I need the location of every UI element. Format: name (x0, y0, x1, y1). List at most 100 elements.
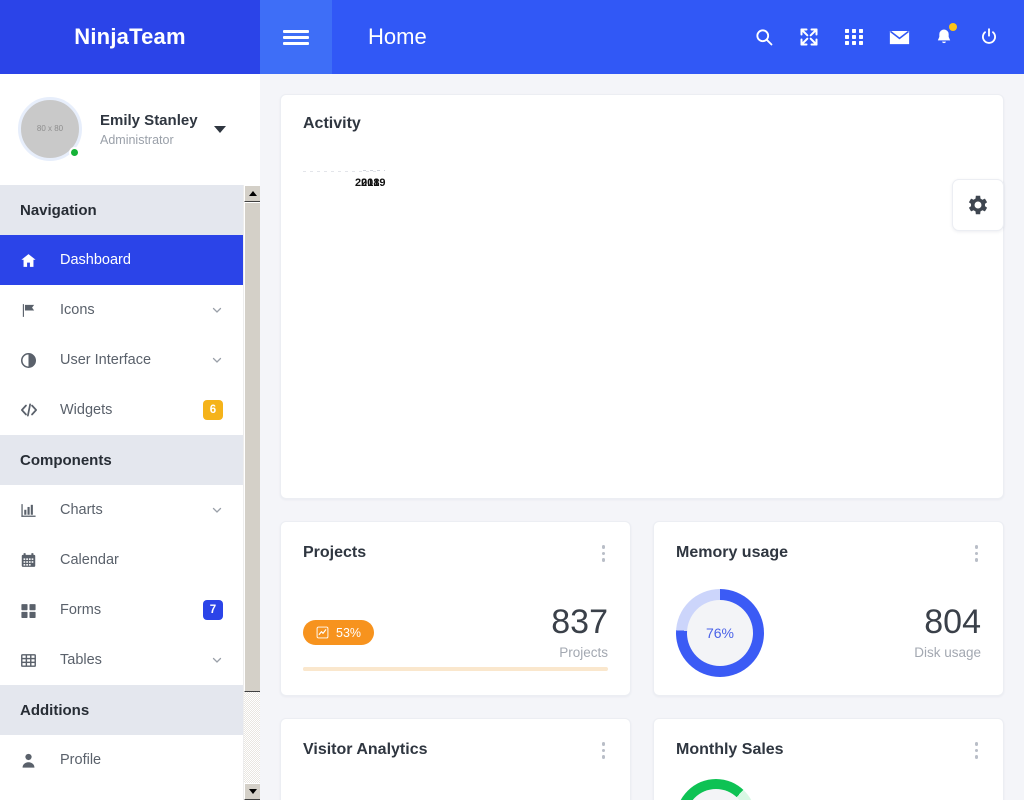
projects-stat: 837 Projects (551, 605, 608, 660)
sidebar-item-label: Charts (60, 502, 103, 518)
visitor-card-header: Visitor Analytics (281, 719, 630, 762)
bar-chart-icon (20, 502, 42, 519)
scrollbar-thumb[interactable] (244, 202, 260, 692)
forms-grid-icon (20, 602, 42, 619)
profile-dropdown-caret-icon[interactable] (214, 126, 226, 133)
page-title: Home (368, 24, 427, 49)
disk-usage-label: Disk usage (914, 645, 981, 660)
memory-card-header: Memory usage (654, 522, 1003, 565)
bell-icon[interactable] (927, 20, 961, 54)
sidebar-item-forms[interactable]: Forms 7 (0, 585, 243, 635)
activity-card-title: Activity (303, 115, 361, 132)
memory-card-body: 76% 804 Disk usage (654, 565, 1003, 677)
profile-role: Administrator (100, 133, 174, 148)
power-icon[interactable] (972, 20, 1006, 54)
sidebar-section-heading-navigation: Navigation (0, 185, 243, 235)
memory-stat: 804 Disk usage (914, 605, 981, 660)
activity-card: Activity 2018 2019 (280, 94, 1004, 499)
sidebar-item-label: Tables (60, 652, 102, 668)
sidebar-item-label: Profile (60, 752, 102, 768)
projects-card-body: 53% 837 Projects (281, 565, 630, 675)
activity-card-header: Activity (281, 95, 1003, 133)
sidebar-section-heading-components: Components (0, 435, 243, 485)
sidebar-item-charts[interactable]: Charts (0, 485, 243, 535)
notification-badge-dot (949, 23, 957, 31)
fullscreen-icon[interactable] (792, 20, 826, 54)
dashboard-app: NinjaTeam Home 80 x 80 Emily Stanley Adm… (0, 0, 1024, 800)
disk-usage-value: 804 (924, 603, 981, 641)
sidebar-item-label: Calendar (60, 552, 119, 568)
memory-usage-card: Memory usage 76% 804 Disk usage (653, 521, 1004, 696)
memory-donut-percent: 76% (705, 624, 735, 641)
contrast-circle-icon (20, 352, 42, 369)
projects-growth-value: 53% (336, 625, 362, 640)
user-icon (20, 752, 42, 769)
table-icon (20, 652, 42, 669)
bottom-card-row: Visitor Analytics Monthly Sales (280, 718, 1004, 800)
projects-card: Projects 53% 837 Projects (280, 521, 631, 696)
sidebar-item-label: Dashboard (60, 252, 131, 268)
projects-card-title: Projects (303, 544, 367, 562)
code-icon (20, 401, 42, 419)
sidebar-item-icons[interactable]: Icons (0, 285, 243, 335)
visitor-analytics-card: Visitor Analytics (280, 718, 631, 800)
sidebar-item-dashboard[interactable]: Dashboard (0, 235, 243, 285)
scrollbar-up-button[interactable] (244, 185, 260, 202)
profile-info: Emily Stanley Administrator (100, 110, 214, 150)
scrollbar-track[interactable] (244, 202, 260, 783)
projects-label: Projects (559, 645, 608, 660)
sidebar-item-widgets[interactable]: Widgets 6 (0, 385, 243, 435)
profile-name: Emily Stanley (100, 111, 198, 129)
stat-card-row: Projects 53% 837 Projects Memory usage 7… (280, 521, 1004, 696)
sidebar-item-label: Icons (60, 302, 95, 318)
sidebar-item-label: Forms (60, 602, 102, 618)
sales-card-menu-icon[interactable] (972, 739, 982, 762)
sidebar-item-tables[interactable]: Tables (0, 635, 243, 685)
flag-icon (20, 302, 42, 319)
mail-icon[interactable] (882, 20, 916, 54)
brand-bar: NinjaTeam (0, 0, 260, 74)
sidebar-badge-widgets: 6 (203, 400, 223, 420)
calendar-icon (20, 552, 42, 569)
chevron-down-icon[interactable] (211, 354, 223, 366)
projects-value: 837 (551, 603, 608, 641)
top-header: Home (260, 0, 1024, 74)
memory-card-menu-icon[interactable] (972, 542, 982, 565)
monthly-sales-card: Monthly Sales (653, 718, 1004, 800)
sidebar-item-partial[interactable] (0, 785, 243, 800)
projects-growth-badge: 53% (303, 620, 375, 645)
sidebar-nav: Navigation Dashboard Icons User Interfac… (0, 185, 243, 800)
home-icon (20, 252, 42, 269)
main-content: Activity 2018 2019 Projects 53% 837 Proj… (260, 74, 1024, 800)
sidebar-item-calendar[interactable]: Calendar (0, 535, 243, 585)
hamburger-menu-button[interactable] (260, 0, 332, 74)
legend-dashed-line-1 (303, 171, 377, 172)
sidebar-item-user-interface[interactable]: User Interface (0, 335, 243, 385)
sidebar-item-label: Widgets (60, 402, 113, 418)
projects-card-header: Projects (281, 522, 630, 565)
sidebar-section-heading-additions: Additions (0, 685, 243, 735)
activity-chart-legend: 2018 2019 (303, 167, 463, 207)
memory-card-title: Memory usage (676, 544, 789, 562)
chevron-down-icon[interactable] (211, 654, 223, 666)
sales-donut-chart (676, 779, 756, 800)
visitor-card-title: Visitor Analytics (303, 741, 428, 759)
settings-gear-button[interactable] (952, 179, 1004, 231)
apps-grid-icon[interactable] (837, 20, 871, 54)
brand-title: NinjaTeam (74, 24, 186, 49)
gear-icon (968, 195, 988, 215)
chevron-down-icon[interactable] (211, 304, 223, 316)
sidebar-scrollbar[interactable] (243, 185, 260, 800)
online-status-dot (69, 146, 80, 158)
sidebar-item-profile[interactable]: Profile (0, 735, 243, 785)
scrollbar-down-button[interactable] (244, 783, 260, 800)
avatar[interactable]: 80 x 80 (18, 96, 84, 163)
sidebar: 80 x 80 Emily Stanley Administrator Navi… (0, 74, 260, 800)
projects-progress-bar (303, 667, 608, 671)
profile-block[interactable]: 80 x 80 Emily Stanley Administrator (0, 74, 260, 185)
projects-card-menu-icon[interactable] (599, 542, 609, 565)
search-icon[interactable] (747, 20, 781, 54)
memory-donut-center: 76% (687, 599, 753, 666)
visitor-card-menu-icon[interactable] (599, 739, 609, 762)
chevron-down-icon[interactable] (211, 504, 223, 516)
